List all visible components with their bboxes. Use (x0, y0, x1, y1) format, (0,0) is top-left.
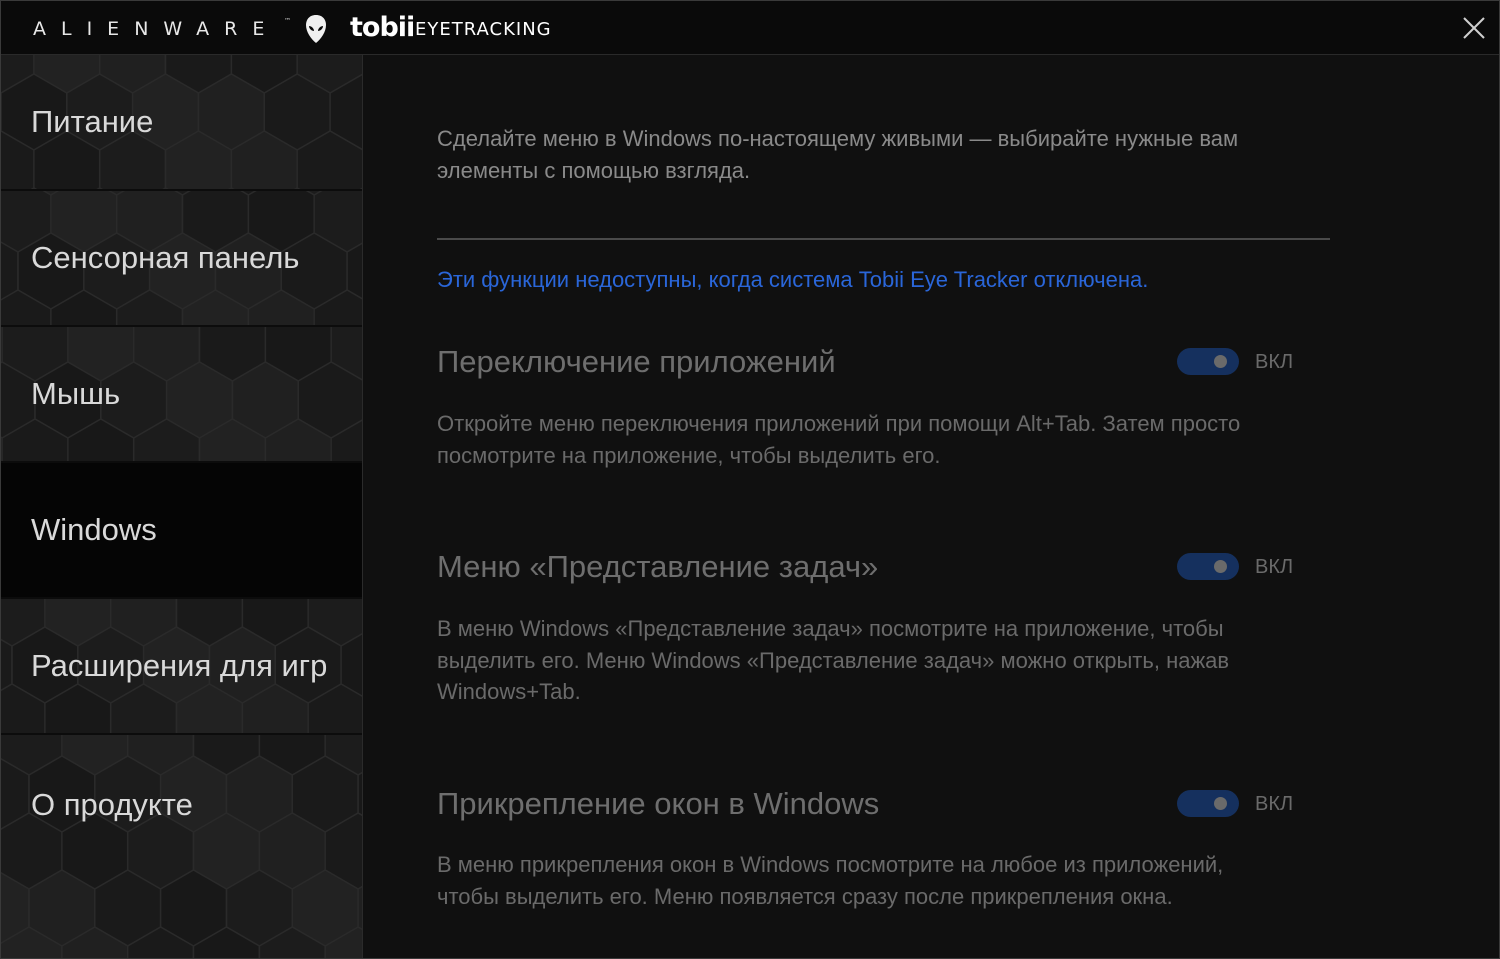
sidebar-item-label: О продукте (31, 787, 193, 822)
feature-title: Прикрепление окон в Windows (437, 786, 880, 821)
toggle-knob (1214, 355, 1227, 368)
app-switching-toggle[interactable] (1177, 348, 1239, 375)
close-icon[interactable] (1461, 15, 1487, 41)
tobii-logo-text: tobii (350, 12, 415, 43)
sidebar-item-label: Питание (31, 104, 154, 139)
feature-description: В меню Windows «Представление задач» пос… (437, 616, 1230, 704)
task-view-toggle[interactable] (1177, 553, 1239, 580)
divider (437, 238, 1330, 240)
feature-description: Откройте меню переключения приложений пр… (437, 411, 1241, 468)
sidebar-item-label: Мышь (31, 376, 121, 411)
hex-pattern-background (1, 735, 362, 958)
sidebar-item-about[interactable]: О продукте (1, 735, 362, 958)
main-content: Сделайте меню в Windows по-настоящему жи… (363, 55, 1499, 958)
sidebar-item-label: Расширения для игр (31, 648, 328, 683)
sidebar-item-touchpad[interactable]: Сенсорная панель (1, 191, 362, 327)
trademark-mark: ™ (284, 17, 291, 25)
sidebar-item-power[interactable]: Питание (1, 55, 362, 191)
app-window: ALIENWARE ™ tobii EYETRACKING Питание Се… (0, 0, 1500, 959)
title-bar: ALIENWARE ™ tobii EYETRACKING (1, 1, 1499, 55)
alien-head-icon (306, 15, 326, 43)
feature-description: В меню прикрепления окон в Windows посмо… (437, 852, 1224, 909)
window-snap-toggle[interactable] (1177, 790, 1239, 817)
feature-title: Меню «Представление задач» (437, 549, 879, 584)
toggle-state-label: ВКЛ (1255, 556, 1294, 578)
unavailable-notice: Эти функции недоступны, когда система To… (437, 267, 1149, 292)
alienware-logo-text: ALIENWARE (33, 18, 280, 40)
toggle-state-label: ВКЛ (1255, 793, 1294, 815)
sidebar-item-label: Сенсорная панель (31, 240, 300, 275)
sidebar-nav: Питание Сенсорная панель Мышь Windows Ра… (1, 55, 363, 958)
sidebar-item-game-extensions[interactable]: Расширения для игр (1, 599, 362, 735)
intro-text: Сделайте меню в Windows по-настоящему жи… (437, 126, 1239, 183)
feature-title: Переключение приложений (437, 344, 836, 379)
sidebar-item-windows[interactable]: Windows (1, 463, 362, 599)
toggle-knob (1214, 560, 1227, 573)
sidebar-item-label: Windows (31, 512, 157, 547)
toggle-state-label: ВКЛ (1255, 351, 1294, 373)
sidebar-item-mouse[interactable]: Мышь (1, 327, 362, 463)
toggle-knob (1214, 797, 1227, 810)
eyetracking-logo-text: EYETRACKING (415, 19, 552, 40)
